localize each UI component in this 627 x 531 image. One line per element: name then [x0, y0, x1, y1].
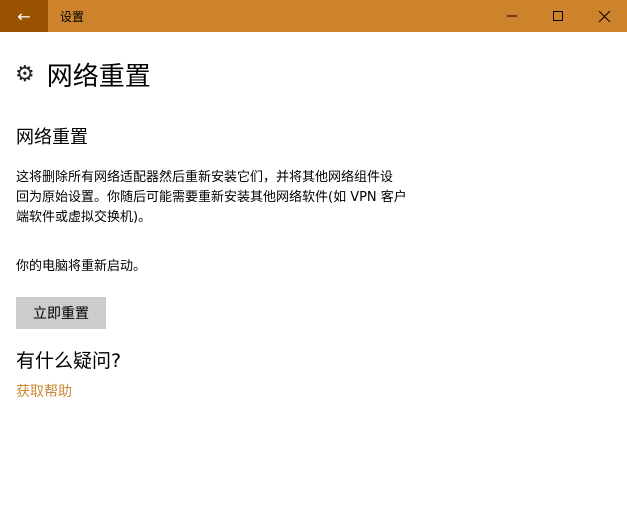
description-line: 这将删除所有网络适配器然后重新安装它们，并将其他网络组件设 — [16, 170, 394, 185]
reset-now-button[interactable]: 立即重置 — [16, 297, 106, 329]
window-title: 设置 — [60, 10, 85, 24]
description-line: 端软件或虚拟交换机)。 — [16, 210, 152, 225]
minimize-button[interactable] — [489, 0, 535, 32]
gear-icon: ⚙ — [15, 62, 35, 87]
close-button[interactable] — [581, 0, 627, 32]
get-help-link[interactable]: 获取帮助 — [16, 381, 72, 401]
maximize-icon — [553, 11, 563, 21]
title-bar: ← 设置 — [0, 0, 627, 32]
back-button[interactable]: ← — [0, 0, 48, 32]
page-header: ⚙ 网络重置 — [15, 56, 151, 93]
page-title: 网络重置 — [46, 62, 151, 92]
section-description: 这将删除所有网络适配器然后重新安装它们，并将其他网络组件设 回为原始设置。你随后… — [16, 168, 407, 228]
close-icon — [598, 10, 610, 22]
maximize-button[interactable] — [535, 0, 581, 32]
restart-note: 你的电脑将重新启动。 — [16, 259, 147, 274]
description-line: 回为原始设置。你随后可能需要重新安装其他网络软件(如 VPN 客户 — [16, 190, 407, 205]
back-arrow-icon: ← — [17, 6, 31, 26]
help-title: 有什么疑问? — [16, 350, 122, 372]
section-title: 网络重置 — [16, 127, 88, 148]
minimize-icon — [507, 15, 517, 17]
